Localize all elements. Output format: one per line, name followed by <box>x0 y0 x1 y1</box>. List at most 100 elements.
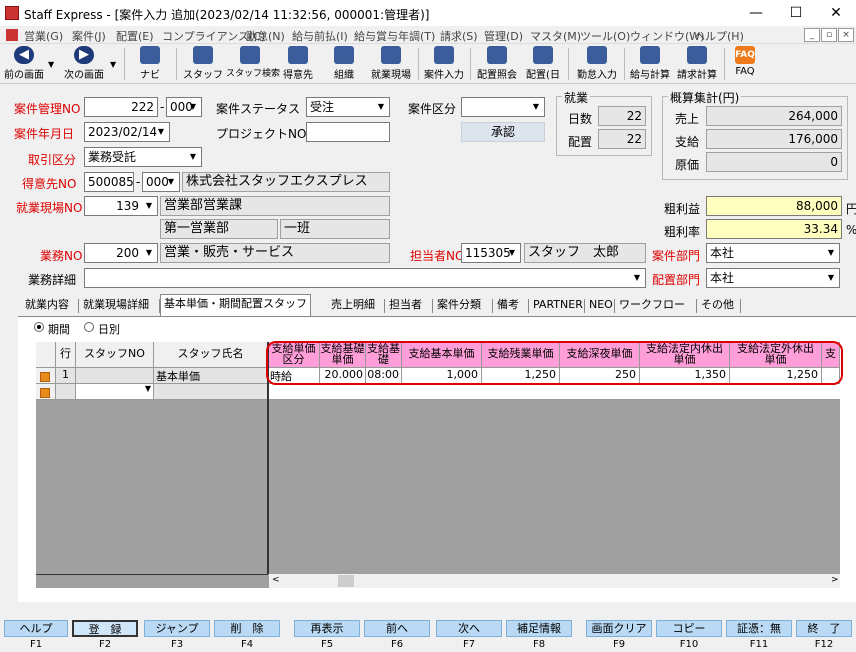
f1-help-button[interactable]: ヘルプ <box>4 620 68 637</box>
menu-case[interactable]: 案件(J) <box>72 28 106 44</box>
staff-button[interactable]: スタッフ <box>182 46 224 82</box>
menu-tools[interactable]: ツール(O) <box>580 28 630 44</box>
approve-button[interactable]: 承認 <box>461 122 545 142</box>
grid-cell-pay-nonlegal-holiday[interactable]: 1,250 <box>730 368 822 384</box>
period-radio[interactable] <box>34 322 44 332</box>
assign-day-button[interactable]: 配置(日 <box>522 46 564 82</box>
category-label: 案件区分 <box>408 102 457 116</box>
detail-select[interactable]: ▼ <box>84 268 646 288</box>
client-button[interactable]: 得意先 <box>278 46 318 82</box>
grid-cell-pay-night[interactable]: 250 <box>560 368 640 384</box>
f12-exit-button[interactable]: 終 了 <box>796 620 852 637</box>
grid-cell-pay-base[interactable]: 08:00 <box>366 368 402 384</box>
person-no-select[interactable]: 115305 ▼ <box>461 243 521 263</box>
next-dropdown-icon[interactable]: ▼ <box>110 60 116 69</box>
maximize-icon[interactable]: ☐ <box>776 0 816 26</box>
menu-attendance[interactable]: 勤怠(N) <box>246 28 285 44</box>
new-row-indicator[interactable] <box>36 384 56 400</box>
grid-cell-pay-basic[interactable]: 1,000 <box>402 368 482 384</box>
case-no-input[interactable]: 222 <box>84 97 158 117</box>
f8-supplement-button[interactable]: 補足情報 <box>506 620 572 637</box>
assign-dept-select[interactable]: 本社 ▼ <box>706 268 840 288</box>
case-date-picker[interactable]: 2023/02/14 ▼ <box>84 122 170 142</box>
next-screen-button[interactable]: ▶ 次の画面 <box>60 46 108 82</box>
payroll-button[interactable]: 給与計算 <box>628 46 672 82</box>
horizontal-scrollbar[interactable] <box>269 574 840 588</box>
mdi-minimize-icon[interactable]: _ <box>804 28 820 42</box>
tab-site-detail[interactable]: 就業現場詳細 <box>80 296 152 316</box>
f3-jump-button[interactable]: ジャンプ <box>144 620 210 637</box>
prev-screen-button[interactable]: ◀ 前の画面 <box>2 46 46 82</box>
f11-voucher-button[interactable]: 証憑：無 <box>726 620 792 637</box>
f8-key-label: F8 <box>532 639 546 650</box>
site-no-select[interactable]: 139 ▼ <box>84 196 158 216</box>
scroll-thumb[interactable] <box>338 575 354 587</box>
tab-other[interactable]: その他 <box>698 296 737 316</box>
case-input-button[interactable]: 案件入力 <box>422 46 466 82</box>
menu-billing[interactable]: 請求(S) <box>440 28 478 44</box>
menu-payroll[interactable]: 給与賞与年調(T) <box>354 28 435 44</box>
faq-button[interactable]: FAQ FAQ <box>728 46 762 82</box>
daily-radio[interactable] <box>84 322 94 332</box>
scroll-right-icon[interactable]: > <box>831 575 839 585</box>
close-icon[interactable]: ✕ <box>816 0 856 26</box>
grid-cell-pay-base-rate[interactable]: 20.000 <box>320 368 366 384</box>
menu-help[interactable]: ヘルプ(H) <box>694 28 744 44</box>
client-no-input[interactable]: 500085 <box>84 172 134 192</box>
org-button[interactable]: 組織 <box>324 46 364 82</box>
grid-staff-no[interactable] <box>76 368 154 384</box>
menu-admin[interactable]: 管理(D) <box>484 28 523 44</box>
tab-sales-detail[interactable]: 売上明細 <box>328 296 378 316</box>
f4-delete-button[interactable]: 削 除 <box>214 620 280 637</box>
billing-button[interactable]: 請求計算 <box>674 46 720 82</box>
tab-partner[interactable]: PARTNER <box>530 296 586 316</box>
tab-neo[interactable]: NEO <box>586 296 616 316</box>
tab-workflow[interactable]: ワークフロー <box>616 296 688 316</box>
menu-master[interactable]: マスタ(M) <box>530 28 581 44</box>
grid-cell-more[interactable] <box>822 368 840 384</box>
project-input[interactable] <box>306 122 390 142</box>
menu-advance[interactable]: 給与前払(I) <box>292 28 348 44</box>
tab-case-class[interactable]: 案件分類 <box>434 296 484 316</box>
site-button[interactable]: 就業現場 <box>368 46 414 82</box>
dept-select[interactable]: 本社 ▼ <box>706 243 840 263</box>
attendance-button[interactable]: 勤怠入力 <box>574 46 620 82</box>
f5-key-label: F5 <box>320 639 334 650</box>
assign-view-button[interactable]: 配置照会 <box>474 46 520 82</box>
tab-work-content[interactable]: 就業内容 <box>22 296 72 316</box>
client-sub-select[interactable]: 000 ▼ <box>142 172 180 192</box>
case-sub-select[interactable]: 000 ▼ <box>166 97 202 117</box>
navi-button[interactable]: ナビ <box>130 46 170 82</box>
category-select[interactable]: ▼ <box>461 97 545 117</box>
tab-person[interactable]: 担当者 <box>386 296 425 316</box>
menu-assign[interactable]: 配置(E) <box>116 28 154 44</box>
f5-refresh-button[interactable]: 再表示 <box>294 620 360 637</box>
new-row-staff-no-select[interactable]: ▼ <box>76 384 154 400</box>
f10-copy-button[interactable]: コピー <box>656 620 722 637</box>
status-select[interactable]: 受注 ▼ <box>306 97 390 117</box>
prev-dropdown-icon[interactable]: ▼ <box>48 60 54 69</box>
row-indicator[interactable] <box>36 368 56 384</box>
mdi-close-icon[interactable]: × <box>838 28 854 42</box>
grid-cell-pay-overtime[interactable]: 1,250 <box>482 368 560 384</box>
trade-select[interactable]: 業務受託 ▼ <box>84 147 202 167</box>
new-row-cells[interactable] <box>268 384 840 400</box>
f9-key-label: F9 <box>612 639 626 650</box>
grid-cell-pay-legal-holiday[interactable]: 1,350 <box>640 368 730 384</box>
minimize-icon[interactable]: — <box>736 0 776 26</box>
grid-header-more: 支 <box>822 342 840 368</box>
tab-notes[interactable]: 備考 <box>494 296 522 316</box>
job-no-select[interactable]: 200 ▼ <box>84 243 158 263</box>
f2-register-button[interactable]: 登 録 <box>72 620 138 637</box>
menu-sales[interactable]: 営業(G) <box>24 28 63 44</box>
building-icon <box>334 46 354 64</box>
staff-search-button[interactable]: スタッフ検索 <box>226 46 280 82</box>
grid-cell-pay-type[interactable]: 時給 <box>268 368 320 384</box>
tab-base-rate-staff[interactable]: 基本単価・期間配置スタッフ <box>160 294 311 316</box>
f9-clear-button[interactable]: 画面クリア <box>586 620 652 637</box>
child-window-icon[interactable] <box>6 29 18 41</box>
f7-next-button[interactable]: 次へ <box>436 620 502 637</box>
f6-prev-button[interactable]: 前へ <box>364 620 430 637</box>
scroll-left-icon[interactable]: < <box>272 575 280 585</box>
mdi-restore-icon[interactable]: ▫ <box>821 28 837 42</box>
